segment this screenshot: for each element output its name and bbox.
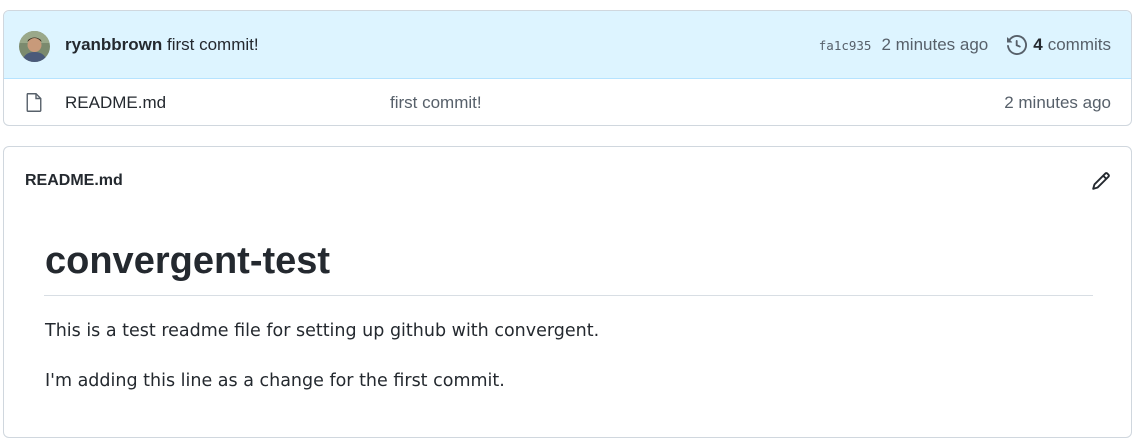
file-age: 2 minutes ago [1004,93,1111,112]
file-row[interactable]: README.md first commit! 2 minutes ago [4,79,1131,125]
commit-history-link[interactable]: 4 commits [1007,35,1111,55]
latest-commit-bar: ryanbbrown first commit! fa1c935 2 minut… [4,11,1131,79]
history-icon [1007,35,1028,55]
commit-author-link[interactable]: ryanbbrown [65,35,162,55]
commit-sha-link[interactable]: fa1c935 [819,38,872,53]
file-icon [26,93,42,112]
title-divider [44,295,1093,296]
commit-meta: fa1c935 2 minutes ago 4 commits [819,33,1111,57]
readme-filename-link[interactable]: README.md [25,172,123,190]
readme-box: README.md convergent-test This is a test… [3,146,1132,438]
commit-message-link[interactable]: first commit! [167,35,259,55]
file-navigation-box: ryanbbrown first commit! fa1c935 2 minut… [3,10,1132,126]
avatar[interactable] [19,31,50,62]
commit-count: 4 [1033,35,1043,54]
file-commit-message-link[interactable]: first commit! [390,93,482,113]
file-name-link[interactable]: README.md [65,93,166,113]
pencil-icon[interactable] [1091,171,1111,191]
commit-time: 2 minutes ago [881,35,989,54]
readme-paragraph: I'm adding this line as a change for the… [45,371,505,391]
readme-title: convergent-test [45,240,331,282]
readme-paragraph: This is a test readme file for setting u… [45,321,600,341]
commits-label: commits [1047,35,1111,54]
avatar-image [19,31,50,62]
